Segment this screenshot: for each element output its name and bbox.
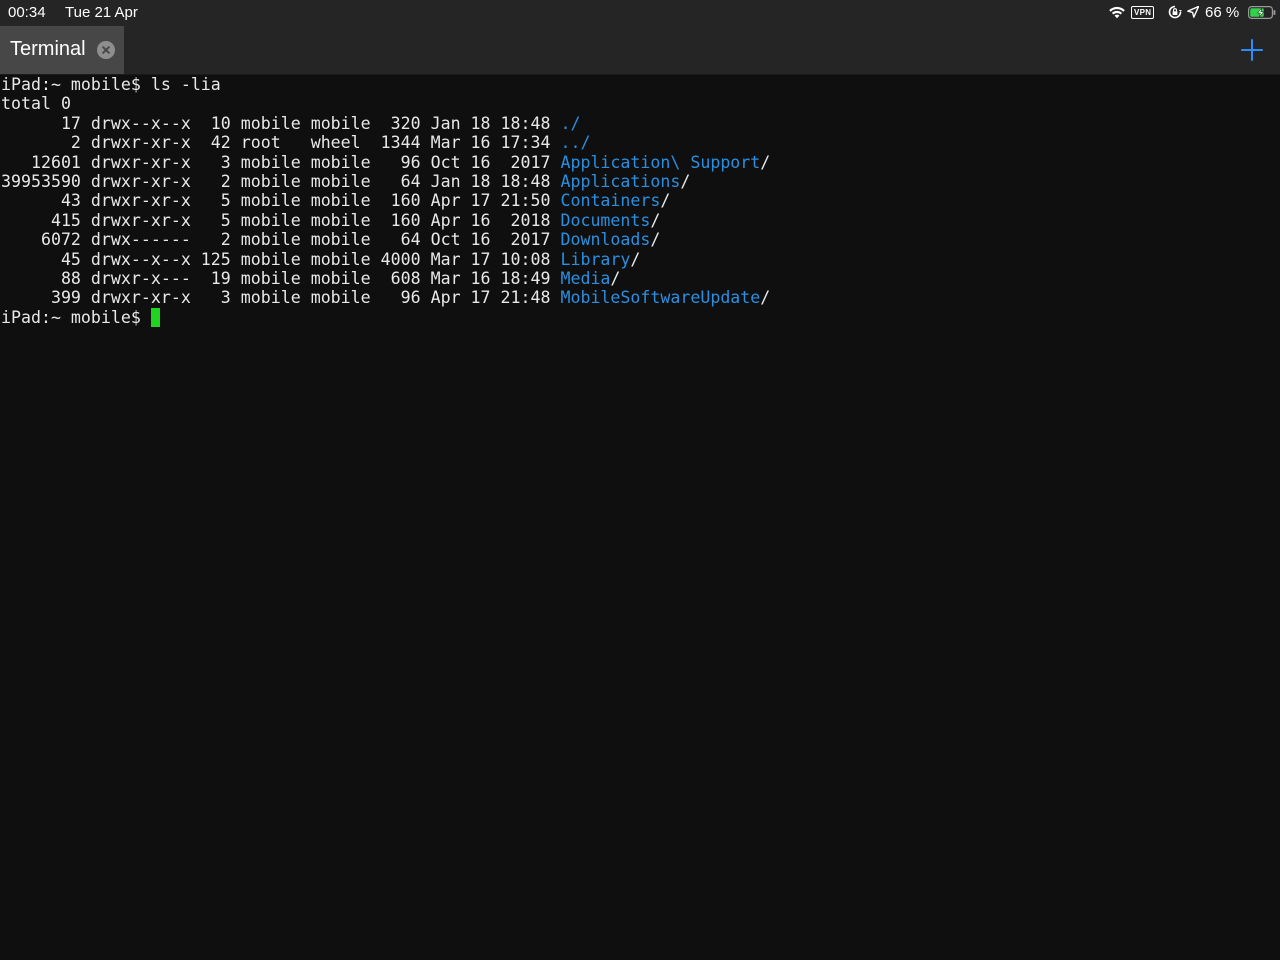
entry-columns: 43 drwxr-xr-x 5 mobile mobile 160 Apr 17… [1, 191, 561, 211]
list-item: 2 drwxr-xr-x 42 root wheel 1344 Mar 16 1… [1, 133, 770, 152]
status-date: Tue 21 Apr [65, 4, 138, 21]
terminal-command-line: iPad:~ mobile$ ls -lia [1, 75, 770, 94]
entry-suffix: / [760, 288, 771, 308]
list-item: 12601 drwxr-xr-x 3 mobile mobile 96 Oct … [1, 153, 770, 172]
entry-suffix: / [680, 171, 691, 191]
list-item: 6072 drwx------ 2 mobile mobile 64 Oct 1… [1, 230, 770, 249]
entry-columns: 12601 drwxr-xr-x 3 mobile mobile 96 Oct … [1, 152, 561, 172]
tab-label: Terminal [10, 38, 86, 60]
location-icon [1187, 6, 1199, 18]
entry-columns: 39953590 drwxr-xr-x 2 mobile mobile 64 J… [1, 171, 561, 191]
entry-suffix: / [630, 249, 641, 269]
list-item: 43 drwxr-xr-x 5 mobile mobile 160 Apr 17… [1, 191, 770, 210]
list-item: 45 drwx--x--x 125 mobile mobile 4000 Mar… [1, 250, 770, 269]
entry-name: ./ [560, 113, 581, 133]
entry-columns: 415 drwxr-xr-x 5 mobile mobile 160 Apr 1… [1, 210, 561, 230]
list-item: 17 drwx--x--x 10 mobile mobile 320 Jan 1… [1, 114, 770, 133]
entry-columns: 45 drwx--x--x 125 mobile mobile 4000 Mar… [1, 249, 561, 269]
status-indicators: VPN 66 % [1100, 0, 1280, 26]
status-time: 00:34 [8, 4, 46, 21]
entry-name: ../ [560, 133, 591, 153]
close-icon[interactable] [97, 41, 115, 59]
directory-listing: 17 drwx--x--x 10 mobile mobile 320 Jan 1… [1, 114, 770, 308]
terminal-total-line: total 0 [1, 94, 71, 114]
new-tab-button[interactable] [1240, 38, 1264, 62]
list-item: 399 drwxr-xr-x 3 mobile mobile 96 Apr 17… [1, 288, 770, 307]
entry-name: Applications [560, 171, 681, 191]
terminal-prompt: iPad:~ mobile$ [1, 307, 151, 327]
terminal-output: iPad:~ mobile$ ls -lia total 0 17 drwx--x… [1, 75, 770, 327]
entry-name: Media [560, 268, 611, 288]
entry-name: Library [560, 249, 631, 269]
entry-suffix: / [650, 210, 661, 230]
vpn-badge: VPN [1131, 6, 1155, 19]
entry-name: Containers [560, 191, 661, 211]
terminal-prompt: iPad:~ mobile$ [1, 75, 151, 94]
entry-name: Documents [560, 210, 651, 230]
tab-terminal[interactable]: Terminal [0, 26, 124, 74]
entry-suffix: / [660, 191, 671, 211]
terminal-view[interactable]: iPad:~ mobile$ ls -lia total 0 17 drwx--x… [0, 75, 1280, 960]
entry-columns: 2 drwxr-xr-x 42 root wheel 1344 Mar 16 1… [1, 133, 561, 153]
list-item: 88 drwxr-x--- 19 mobile mobile 608 Mar 1… [1, 269, 770, 288]
entry-name: Downloads [560, 230, 651, 250]
entry-columns: 399 drwxr-xr-x 3 mobile mobile 96 Apr 17… [1, 288, 561, 308]
list-item: 39953590 drwxr-xr-x 2 mobile mobile 64 J… [1, 172, 770, 191]
terminal-active-line: iPad:~ mobile$ [1, 307, 770, 327]
battery-charging-icon [1248, 6, 1276, 19]
entry-columns: 17 drwx--x--x 10 mobile mobile 320 Jan 1… [1, 113, 561, 133]
entry-columns: 88 drwxr-x--- 19 mobile mobile 608 Mar 1… [1, 268, 561, 288]
entry-name: MobileSoftwareUpdate [560, 288, 761, 308]
tab-bar: Terminal [0, 26, 1280, 75]
entry-suffix: / [760, 152, 771, 172]
status-bar: 00:34 Tue 21 Apr VPN 66 % [0, 0, 1280, 26]
terminal-command: ls -lia [150, 75, 221, 94]
entry-suffix: / [650, 230, 661, 250]
battery-percentage: 66 % [1205, 4, 1240, 21]
entry-suffix: / [610, 268, 621, 288]
entry-columns: 6072 drwx------ 2 mobile mobile 64 Oct 1… [1, 230, 561, 250]
text-cursor [150, 307, 160, 327]
orientation-lock-icon [1168, 5, 1182, 19]
list-item: 415 drwxr-xr-x 5 mobile mobile 160 Apr 1… [1, 211, 770, 230]
wifi-icon [1109, 6, 1125, 19]
entry-name: Application\ Support [560, 152, 761, 172]
